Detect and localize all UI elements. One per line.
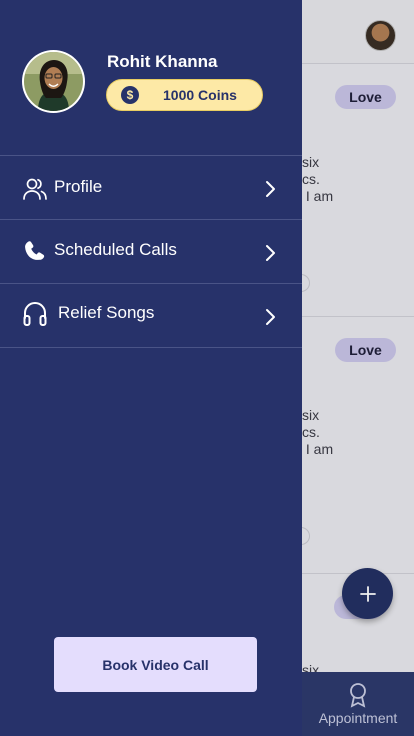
users-icon (23, 178, 47, 200)
profile-section: Rohit Khanna $ 1000 Coins (0, 0, 302, 156)
menu-item-label: Scheduled Calls (54, 240, 177, 259)
headphones-icon (23, 302, 47, 326)
coins-balance-pill[interactable]: $ 1000 Coins (106, 79, 263, 111)
chevron-right-icon (266, 181, 275, 197)
book-video-call-button[interactable]: Book Video Call (54, 637, 257, 692)
menu-item-profile[interactable]: Profile (0, 156, 302, 220)
menu-item-label: Profile (54, 177, 103, 196)
menu-item-relief-songs[interactable]: Relief Songs (0, 284, 302, 348)
menu-item-label: Relief Songs (58, 303, 155, 322)
coins-balance-label: 1000 Coins (163, 87, 237, 103)
phone-icon (25, 241, 45, 260)
drawer-menu: Profile Scheduled Calls Relief Songs (0, 156, 302, 348)
navigation-drawer: Rohit Khanna $ 1000 Coins Profile Schedu… (0, 0, 302, 736)
user-name: Rohit Khanna (107, 52, 218, 71)
dollar-coin-icon: $ (121, 86, 139, 104)
user-avatar[interactable] (22, 50, 85, 113)
chevron-right-icon (266, 309, 275, 325)
chevron-right-icon (266, 245, 275, 261)
menu-item-scheduled-calls[interactable]: Scheduled Calls (0, 220, 302, 284)
